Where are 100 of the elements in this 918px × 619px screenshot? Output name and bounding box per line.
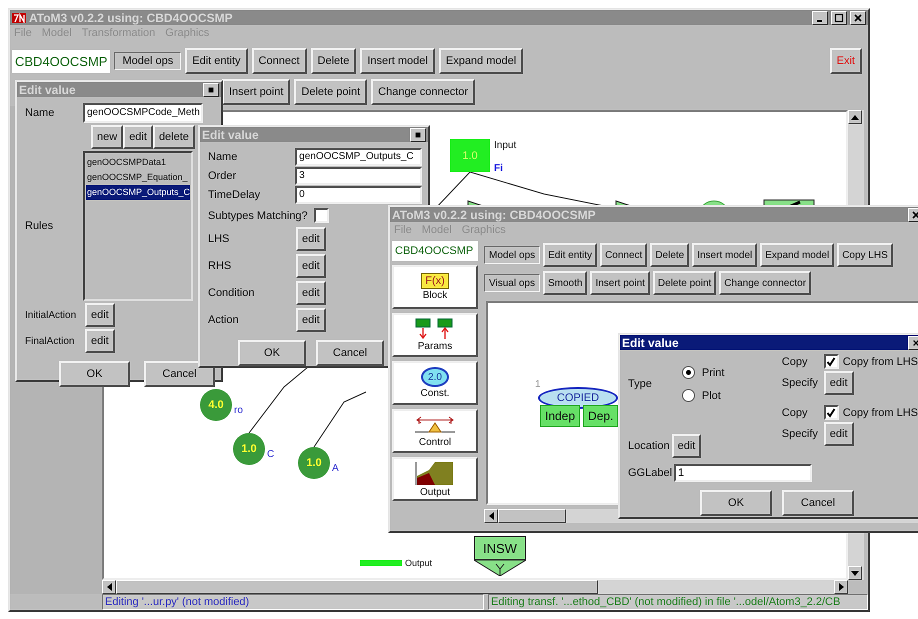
scroll-thumb[interactable]: [116, 580, 598, 594]
toolbar-button[interactable]: Edit entity: [185, 48, 248, 74]
dialog-button[interactable]: OK: [238, 340, 306, 366]
field-label: Specify: [782, 377, 819, 389]
name-field[interactable]: genOOCSMPCode_Meth: [83, 103, 203, 123]
edit-button[interactable]: edit: [85, 329, 115, 353]
toolbar-button[interactable]: Insert model: [692, 243, 758, 267]
field-label: Condition: [208, 287, 256, 299]
constant-node: 4.0: [200, 389, 232, 421]
toolbar-button[interactable]: Edit entity: [543, 243, 598, 267]
input-field[interactable]: 3: [295, 167, 422, 185]
edit-button[interactable]: edit: [296, 227, 326, 251]
edit-button[interactable]: edit: [824, 422, 854, 446]
field-label: LHS: [208, 233, 230, 245]
dialog-button[interactable]: Cancel: [144, 361, 215, 387]
toolbar-button[interactable]: Model ops: [114, 52, 182, 70]
edit-button[interactable]: edit: [85, 303, 115, 327]
dialog-button[interactable]: Cancel: [316, 340, 384, 366]
radio-button[interactable]: [682, 366, 695, 379]
edit-button[interactable]: edit: [296, 254, 326, 278]
list-item[interactable]: genOOCSMP_Outputs_C: [86, 185, 190, 200]
checkbox-label: Copy from LHS: [842, 356, 918, 368]
status-text: Editing '...ur.py' (not modified): [102, 594, 484, 610]
toolbar-button[interactable]: Connect: [600, 243, 648, 267]
scroll-left-icon[interactable]: [102, 580, 116, 594]
input-field[interactable]: 0: [295, 186, 422, 204]
edit-button[interactable]: edit: [824, 371, 854, 395]
block-label: Fi: [494, 163, 503, 174]
dialog-title: Edit value: [622, 336, 679, 350]
field-label: Specify: [782, 428, 819, 440]
dialog-button[interactable]: Cancel: [782, 490, 854, 516]
field-label: Type: [628, 378, 652, 390]
scroll-right-icon[interactable]: [834, 580, 848, 594]
toolbar-button[interactable]: Insert model: [360, 48, 435, 74]
toolbar-button[interactable]: Expand model: [760, 243, 834, 267]
block-label: Input: [494, 140, 516, 151]
app-icon: [12, 12, 26, 22]
toolbar-button[interactable]: Expand model: [438, 48, 524, 74]
formalism-label: CBD4OOCSMP: [392, 241, 478, 261]
edit-button[interactable]: edit: [296, 281, 326, 305]
dialog-title: Edit value: [19, 82, 76, 96]
list-button[interactable]: delete: [152, 125, 195, 149]
input-block: 1.0: [450, 139, 490, 172]
scroll-up-icon[interactable]: [848, 110, 862, 124]
palette-button[interactable]: Params: [392, 313, 478, 357]
window-title: AToM3 v0.2.2 using: CBD4OOCSMP: [29, 10, 233, 24]
input-field[interactable]: genOOCSMP_Outputs_C: [295, 148, 422, 166]
toolbar-button[interactable]: Insert point: [222, 79, 290, 105]
radio-button[interactable]: [682, 389, 695, 402]
toolbar-button[interactable]: Smooth: [542, 271, 588, 295]
rules-list[interactable]: genOOCSMPData1 genOOCSMP_Equation_ genOOCSMP_Outputs_C: [83, 151, 193, 301]
field-label: Name: [25, 107, 56, 119]
scroll-down-icon[interactable]: [848, 566, 862, 580]
function-icon: F(x): [421, 273, 449, 289]
toolbar-button[interactable]: Copy LHS: [837, 243, 893, 267]
toolbar-button[interactable]: Delete: [650, 243, 690, 267]
constant-node: 1.0: [298, 447, 330, 479]
field-label: TimeDelay: [208, 189, 262, 201]
palette-button[interactable]: Control: [392, 409, 478, 453]
window-title: AToM3 v0.2.2 using: CBD4OOCSMP: [392, 208, 596, 222]
toolbar-button[interactable]: Delete point: [652, 271, 716, 295]
node-label: A: [332, 463, 339, 474]
checkbox-label: Subtypes Matching?: [208, 210, 308, 222]
toolbar-button[interactable]: Delete point: [294, 79, 368, 105]
dialog-title: Edit value: [202, 128, 259, 142]
output-bar: [360, 560, 402, 566]
dialog-button[interactable]: OK: [700, 490, 772, 516]
field-label: Copy: [782, 406, 808, 418]
toolbar-button[interactable]: Connect: [252, 48, 307, 74]
edit-button[interactable]: edit: [296, 308, 326, 332]
field-label: FinalAction: [25, 336, 76, 346]
toolbar-button[interactable]: Delete: [310, 48, 356, 74]
chart-icon: [415, 460, 455, 486]
dialog-button[interactable]: OK: [59, 361, 130, 387]
scroll-thumb[interactable]: [498, 509, 566, 523]
toolbar-button[interactable]: Insert point: [590, 271, 650, 295]
list-item[interactable]: genOOCSMP_Equation_: [86, 170, 190, 185]
list-button[interactable]: edit: [123, 125, 153, 149]
toolbar-button[interactable]: Change connector: [371, 79, 476, 105]
field-label: Copy: [782, 356, 808, 368]
list-button[interactable]: new: [91, 125, 124, 149]
field-label: Order: [208, 170, 238, 182]
palette-button[interactable]: F(x) Block: [392, 265, 478, 309]
checkbox[interactable]: [314, 208, 329, 223]
toolbar-button[interactable]: Visual ops: [484, 274, 540, 292]
input-field[interactable]: 1: [674, 464, 812, 482]
field-label: InitialAction: [25, 310, 78, 320]
toolbar-button[interactable]: Model ops: [484, 246, 540, 264]
palette-button[interactable]: Output: [392, 457, 478, 501]
horizontal-scrollbar[interactable]: [102, 580, 848, 594]
list-item[interactable]: genOOCSMPData1: [86, 155, 190, 170]
toolbar-button[interactable]: Change connector: [719, 271, 812, 295]
checkbox[interactable]: [824, 405, 839, 420]
edit-button[interactable]: edit: [672, 434, 702, 458]
field-label: Name: [208, 151, 238, 163]
checkbox[interactable]: [824, 354, 839, 369]
constant-node: 1.0: [233, 433, 265, 465]
palette-button[interactable]: 2.0 Const.: [392, 361, 478, 405]
scroll-left-icon[interactable]: [484, 509, 498, 523]
radio-label: Print: [702, 366, 724, 378]
